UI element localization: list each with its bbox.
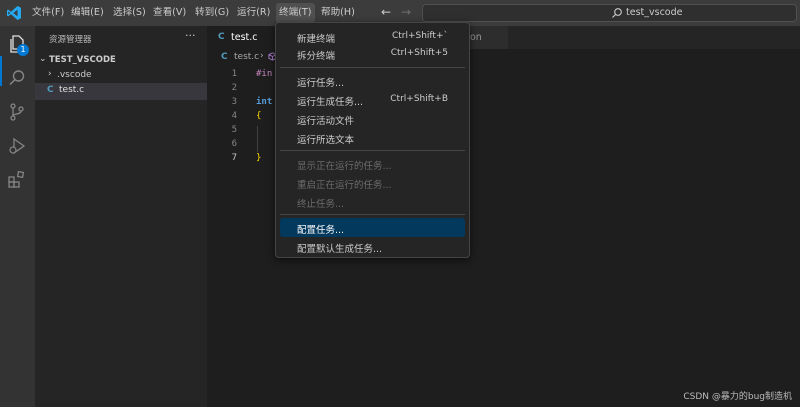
line-number: 2 — [231, 83, 237, 93]
menu-item-show-running-tasks: 显示正在运行的任务... — [297, 161, 392, 172]
breadcrumb-file[interactable]: test.c — [234, 52, 259, 62]
menu-item-run-selected-text[interactable]: 运行所选文本 — [280, 128, 465, 147]
menu-separator — [280, 214, 465, 215]
watermark: CSDN @暴力的bug制造机 — [683, 392, 792, 402]
line-number: 5 — [231, 125, 237, 135]
menu-item-configure-default-build-task[interactable]: 配置默认生成任务... — [280, 237, 465, 256]
code-line: #in — [256, 69, 273, 79]
more-actions-icon[interactable]: ··· — [185, 29, 196, 42]
back-arrow-icon[interactable]: ← — [381, 5, 391, 19]
menu-edit[interactable]: 编辑(E) — [68, 0, 107, 26]
line-number: 6 — [231, 139, 237, 149]
menu-item-split-terminal[interactable]: 拆分终端 Ctrl+Shift+5 — [280, 44, 465, 63]
line-number: 7 — [231, 153, 237, 163]
menu-item-terminate-task: 终止任务... — [297, 199, 345, 210]
menu-item-run-task[interactable]: 运行任务... — [280, 71, 465, 90]
line-number: 3 — [231, 97, 237, 107]
run-debug-icon[interactable] — [7, 136, 27, 156]
tree-item-label: .vscode — [57, 70, 92, 80]
tree-item-label: test.c — [59, 85, 85, 95]
line-number: 1 — [231, 69, 237, 79]
menu-separator — [280, 150, 465, 151]
source-control-icon[interactable] — [7, 102, 27, 122]
search-icon[interactable] — [7, 68, 27, 88]
menu-item-run-active-file[interactable]: 运行活动文件 — [280, 109, 465, 128]
vscode-logo-icon — [7, 6, 21, 20]
line-number: 4 — [231, 111, 237, 121]
breadcrumb-separator: › — [260, 51, 264, 61]
c-file-icon: C — [47, 85, 54, 95]
explorer-badge: 1 — [17, 44, 29, 56]
extensions-icon[interactable] — [7, 170, 27, 190]
indent-guide — [257, 126, 258, 152]
shortcut-label: Ctrl+Shift+` — [391, 31, 448, 41]
menu-selection[interactable]: 选择(S) — [110, 0, 149, 26]
command-center-search[interactable]: test_vscode — [422, 4, 797, 22]
forward-arrow-icon[interactable]: → — [401, 5, 411, 19]
menu-go[interactable]: 转到(G) — [192, 0, 232, 26]
c-file-icon: C — [218, 32, 225, 42]
search-text: test_vscode — [626, 7, 683, 18]
chevron-down-icon: ⌄ — [39, 54, 47, 64]
tree-item-test-c[interactable]: C test.c — [35, 83, 207, 100]
code-line: { — [256, 111, 262, 121]
search-icon — [612, 8, 622, 18]
shortcut-label: Ctrl+Shift+B — [390, 94, 448, 104]
tree-item-vscode[interactable]: › .vscode — [35, 68, 207, 84]
chevron-right-icon: › — [48, 69, 52, 79]
tab-label: test.c — [231, 32, 258, 43]
code-line: } — [256, 153, 262, 163]
active-indicator — [0, 56, 2, 86]
menu-item-restart-running-task: 重启正在运行的任务... — [297, 180, 392, 191]
menu-item-run-build-task[interactable]: 运行生成任务... Ctrl+Shift+B — [280, 90, 465, 109]
c-file-icon: C — [221, 52, 228, 62]
terminal-menu-dropdown: 新建终端 Ctrl+Shift+` 拆分终端 Ctrl+Shift+5 运行任务… — [275, 22, 470, 258]
code-line: int — [256, 97, 273, 107]
menu-terminal[interactable]: 终端(T) — [276, 3, 315, 23]
explorer-sidebar: 资源管理器 ··· ⌄ TEST_VSCODE › .vscode C test… — [35, 26, 207, 407]
menu-run[interactable]: 运行(R) — [234, 0, 273, 26]
menu-view[interactable]: 查看(V) — [150, 0, 189, 26]
activity-bar: 1 — [0, 26, 35, 407]
folder-header[interactable]: ⌄ TEST_VSCODE — [35, 53, 207, 69]
menu-file[interactable]: 文件(F) — [29, 0, 67, 26]
menu-item-configure-tasks[interactable]: 配置任务... — [280, 218, 465, 237]
explorer-title: 资源管理器 — [49, 35, 92, 45]
shortcut-label: Ctrl+Shift+5 — [390, 48, 448, 58]
menu-separator — [280, 67, 465, 68]
folder-name: TEST_VSCODE — [49, 55, 116, 65]
